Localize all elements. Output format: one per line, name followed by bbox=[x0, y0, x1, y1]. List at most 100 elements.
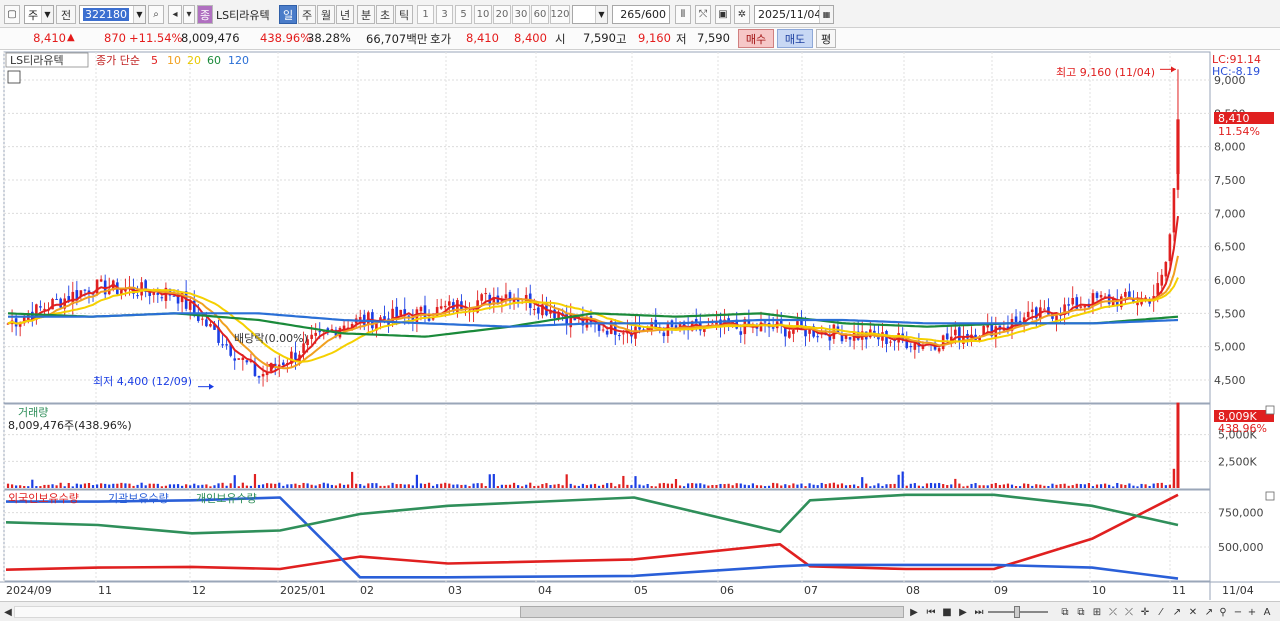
time-scrollbar[interactable]: ◀ ▶ ⏮ ■ ▶ ⏭ ⧉ ⧉ ⊞ ⤫ ⤫ ✛ ⁄ ↗ ✕ ↗ ⚲ − + A bbox=[0, 601, 1280, 621]
period-minute-button[interactable]: 분 bbox=[357, 5, 375, 24]
fast-forward-icon[interactable]: ⏭ bbox=[972, 604, 986, 620]
tool-multi-icon[interactable]: ⊞ bbox=[1090, 604, 1104, 620]
view-count-field[interactable]: 265/600 bbox=[612, 5, 670, 24]
volume-bar bbox=[148, 483, 151, 488]
tool-select-icon[interactable]: ⧉ bbox=[1058, 604, 1072, 620]
stop-icon[interactable]: ■ bbox=[940, 604, 954, 620]
volume-bar bbox=[626, 484, 629, 488]
interval-20-button[interactable]: 20 bbox=[493, 5, 511, 24]
candle-body bbox=[622, 333, 625, 335]
interval-5-button[interactable]: 5 bbox=[455, 5, 472, 24]
save-icon[interactable]: ▣ bbox=[715, 5, 731, 24]
tool-draw-icon[interactable]: ⤫ bbox=[1106, 604, 1120, 620]
zoom-slider[interactable] bbox=[986, 604, 1050, 620]
interval-60-button[interactable]: 60 bbox=[531, 5, 549, 24]
volume-bar bbox=[431, 485, 435, 488]
volume-bar bbox=[861, 477, 864, 488]
speaker-icon[interactable]: ◂ bbox=[168, 5, 182, 24]
grid-toggle-icon[interactable] bbox=[7, 70, 21, 84]
volume-bar bbox=[1071, 485, 1074, 488]
tool-arrow-icon[interactable]: ↗ bbox=[1170, 604, 1184, 620]
interval-10-button[interactable]: 10 bbox=[474, 5, 492, 24]
volume-bar bbox=[108, 484, 111, 488]
period-year-button[interactable]: 년 bbox=[336, 5, 354, 24]
candle-type-icon[interactable]: ⫴ bbox=[675, 5, 691, 24]
candle-body bbox=[844, 335, 848, 339]
volume-bar bbox=[800, 483, 803, 488]
volume-bar bbox=[112, 483, 115, 488]
interval-120-button[interactable]: 120 bbox=[550, 5, 570, 24]
volume-pct-tag: 438.96% bbox=[1218, 422, 1267, 435]
volume-bar bbox=[6, 483, 10, 488]
eval-button[interactable]: 평 bbox=[816, 29, 836, 48]
period-tick-button[interactable]: 틱 bbox=[395, 5, 413, 24]
tool-fib-icon[interactable]: ⤫ bbox=[1122, 604, 1136, 620]
scroll-right-icon[interactable]: ▶ bbox=[908, 604, 920, 620]
interval-1-button[interactable]: 1 bbox=[417, 5, 434, 24]
volume-bar bbox=[772, 482, 775, 488]
period-month-button[interactable]: 월 bbox=[317, 5, 335, 24]
sell-button[interactable]: 매도 bbox=[777, 29, 813, 48]
holding-panel-close-icon[interactable] bbox=[1265, 491, 1275, 501]
stock-code-input[interactable]: 322180 ▼ bbox=[79, 5, 146, 24]
zoom-handle[interactable] bbox=[1014, 606, 1020, 618]
volume-bar bbox=[189, 485, 192, 488]
turnover-pct: 38.28% bbox=[307, 31, 351, 45]
tool-erase-icon[interactable]: ✕ bbox=[1186, 604, 1200, 620]
volume-bar bbox=[172, 484, 176, 488]
volume-bar bbox=[654, 486, 657, 488]
date-field[interactable]: 2025/11/04 ▦ bbox=[754, 5, 834, 24]
tool-compare-icon[interactable]: ⧉ bbox=[1074, 604, 1088, 620]
interval-30-button[interactable]: 30 bbox=[512, 5, 530, 24]
volume-bar bbox=[877, 483, 880, 488]
rewind-icon[interactable]: ⏮ bbox=[924, 604, 938, 620]
volume-bar bbox=[1120, 484, 1123, 488]
volume-bar bbox=[249, 485, 253, 488]
ask-price: 8,400 bbox=[514, 31, 547, 45]
volume-bar bbox=[1176, 402, 1180, 488]
prev-button[interactable]: 전 bbox=[56, 5, 76, 24]
period-week-button[interactable]: 주 bbox=[298, 5, 316, 24]
plus-icon[interactable]: + bbox=[1246, 604, 1258, 620]
gear-icon[interactable]: ✲ bbox=[734, 5, 750, 24]
period-second-button[interactable]: 초 bbox=[376, 5, 394, 24]
volume-bar bbox=[727, 483, 730, 488]
legend-institution: 기관보유수량 bbox=[108, 492, 169, 505]
period-day-button[interactable]: 일 bbox=[279, 5, 297, 24]
play-icon[interactable]: ▶ bbox=[956, 604, 970, 620]
volume-bar bbox=[266, 483, 269, 488]
scroll-left-icon[interactable]: ◀ bbox=[2, 604, 14, 620]
layout-icon[interactable]: ▢ bbox=[4, 5, 20, 24]
chevron-down-icon[interactable]: ▾ bbox=[183, 5, 195, 24]
tool-trend-icon[interactable]: ↗ bbox=[1202, 604, 1216, 620]
x-tick-label: 10 bbox=[1092, 584, 1106, 597]
buy-button[interactable]: 매수 bbox=[738, 29, 774, 48]
interval-custom-select[interactable]: ▼ bbox=[572, 5, 608, 24]
text-tool-icon[interactable]: A bbox=[1260, 604, 1274, 620]
candle-body bbox=[403, 309, 407, 315]
search-icon[interactable]: ⌕ bbox=[148, 5, 164, 24]
panel-title[interactable]: LS티라유텍 bbox=[10, 54, 64, 67]
scroll-thumb[interactable] bbox=[520, 606, 904, 618]
candle-body bbox=[225, 344, 228, 346]
indicator-icon[interactable]: ⤲ bbox=[695, 5, 711, 24]
price-tick-label: 5,500 bbox=[1214, 307, 1246, 320]
volume-bar bbox=[593, 483, 597, 488]
volume-title: 거래량 bbox=[18, 406, 48, 419]
volume-bar bbox=[853, 484, 856, 488]
volume-bar bbox=[1006, 483, 1010, 488]
volume-bar bbox=[1104, 483, 1107, 488]
x-tick-label: 07 bbox=[804, 584, 818, 597]
volume-bar bbox=[1099, 484, 1103, 488]
calendar-icon[interactable]: ▦ bbox=[819, 6, 833, 23]
zoom-out-icon[interactable]: − bbox=[1232, 604, 1244, 620]
volume-bar bbox=[703, 484, 706, 488]
tool-cross-icon[interactable]: ✛ bbox=[1138, 604, 1152, 620]
tool-line-icon[interactable]: ⁄ bbox=[1154, 604, 1168, 620]
zoom-in-icon[interactable]: ⚲ bbox=[1216, 604, 1230, 620]
period-type-select[interactable]: 주 ▼ bbox=[24, 5, 54, 24]
volume-panel-close-icon[interactable] bbox=[1265, 405, 1275, 415]
volume-bar bbox=[136, 484, 139, 488]
volume-bar bbox=[306, 483, 309, 488]
interval-3-button[interactable]: 3 bbox=[436, 5, 453, 24]
